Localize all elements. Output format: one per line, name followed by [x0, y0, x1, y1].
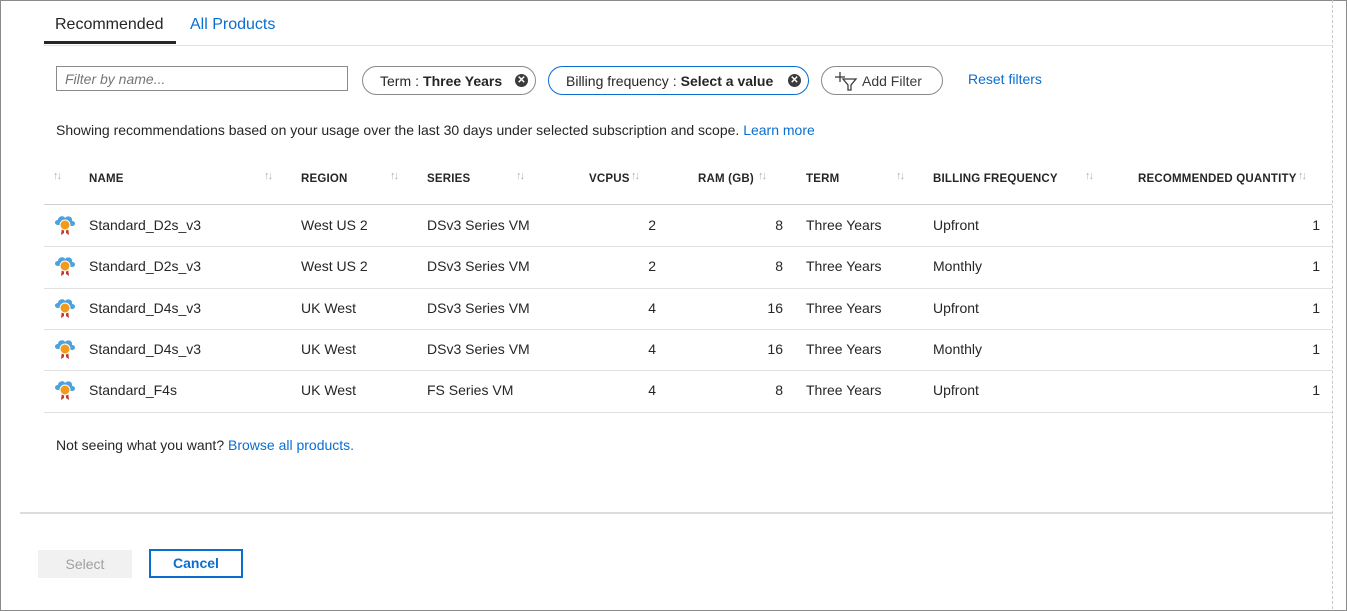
cell-recommended-quantity: 1 — [1312, 258, 1320, 274]
clear-billing-filter-icon[interactable]: ✕ — [788, 74, 801, 87]
cell-ram: 16 — [767, 341, 783, 357]
table-row[interactable] — [44, 205, 1332, 246]
panel-edge-divider — [1332, 0, 1333, 609]
cell-ram: 8 — [775, 382, 783, 398]
cell-series: DSv3 Series VM — [427, 300, 530, 316]
filter-by-name-input[interactable] — [56, 66, 348, 91]
cell-series: DSv3 Series VM — [427, 341, 530, 357]
billing-filter-value: Select a value — [680, 72, 774, 89]
recommendation-info: Showing recommendations based on your us… — [56, 122, 815, 138]
row-divider — [44, 412, 1332, 413]
billing-filter-key: Billing frequency — [566, 72, 669, 89]
cell-region: UK West — [301, 341, 356, 357]
name-sort-icon[interactable]: ↑↓ — [264, 170, 273, 182]
cell-term: Three Years — [806, 300, 882, 316]
select-button[interactable]: Select — [38, 550, 132, 578]
cell-name: Standard_F4s — [89, 382, 177, 398]
reserved-vm-icon — [55, 257, 75, 276]
cell-vcpus: 4 — [648, 300, 656, 316]
cell-region: West US 2 — [301, 217, 368, 233]
cell-region: West US 2 — [301, 258, 368, 274]
tab-all-products[interactable]: All Products — [190, 16, 275, 34]
cell-ram: 8 — [775, 258, 783, 274]
cell-vcpus: 4 — [648, 341, 656, 357]
column-header-billing-frequency[interactable]: BILLING FREQUENCY — [933, 173, 1058, 185]
active-tab-indicator — [44, 41, 176, 44]
reserved-vm-icon — [55, 299, 75, 318]
billing-frequency-filter-pill[interactable]: Billing frequency: Select a value ✕ — [548, 66, 809, 95]
column-header-region[interactable]: REGION — [301, 173, 348, 185]
footer-divider — [20, 512, 1332, 514]
tab-bar: Recommended All Products — [44, 0, 1332, 46]
add-filter-icon — [835, 72, 858, 91]
term-sort-icon[interactable]: ↑↓ — [896, 170, 905, 182]
cell-name: Standard_D2s_v3 — [89, 258, 202, 274]
cell-term: Three Years — [806, 217, 882, 233]
cell-term: Three Years — [806, 258, 882, 274]
cell-recommended-quantity: 1 — [1312, 341, 1320, 357]
cell-billing-frequency: Upfront — [933, 300, 979, 316]
cell-vcpus: 2 — [648, 258, 656, 274]
series-sort-icon[interactable]: ↑↓ — [516, 170, 525, 182]
column-header-name[interactable]: NAME — [89, 173, 124, 185]
cell-series: DSv3 Series VM — [427, 258, 530, 274]
cell-name: Standard_D4s_v3 — [89, 300, 202, 316]
cell-name: Standard_D2s_v3 — [89, 217, 202, 233]
reset-filters-link[interactable]: Reset filters — [968, 71, 1042, 87]
billing-frequency-sort-icon[interactable]: ↑↓ — [1085, 170, 1094, 182]
cell-series: FS Series VM — [427, 382, 514, 398]
cell-region: UK West — [301, 300, 356, 316]
browse-hint-text: Not seeing what you want? — [56, 437, 225, 453]
cell-name: Standard_D4s_v3 — [89, 341, 202, 357]
clear-term-filter-icon[interactable]: ✕ — [515, 74, 528, 87]
cell-recommended-quantity: 1 — [1312, 382, 1320, 398]
table-row[interactable] — [44, 370, 1332, 411]
cell-billing-frequency: Upfront — [933, 217, 979, 233]
info-text: Showing recommendations based on your us… — [56, 122, 740, 138]
table-row[interactable] — [44, 246, 1332, 287]
term-filter-key: Term — [380, 72, 412, 89]
reserved-vm-icon — [55, 381, 75, 400]
cell-billing-frequency: Upfront — [933, 382, 979, 398]
column-header-ram[interactable]: RAM (GB) — [698, 173, 754, 185]
ram-sort-icon[interactable]: ↑↓ — [758, 170, 767, 182]
learn-more-link[interactable]: Learn more — [743, 122, 815, 138]
table-row[interactable] — [44, 329, 1332, 370]
cell-term: Three Years — [806, 341, 882, 357]
cell-recommended-quantity: 1 — [1312, 217, 1320, 233]
billing-filter-separator: : — [672, 72, 677, 89]
recommended-quantity-sort-icon[interactable]: ↑↓ — [1298, 170, 1307, 182]
column-header-vcpus[interactable]: VCPUS — [589, 173, 630, 185]
column-header-term[interactable]: TERM — [806, 173, 839, 185]
table-row[interactable] — [44, 288, 1332, 329]
select-column-sort-icon[interactable]: ↑↓ — [53, 170, 62, 182]
region-sort-icon[interactable]: ↑↓ — [390, 170, 399, 182]
reserved-vm-icon — [55, 340, 75, 359]
vcpus-sort-icon[interactable]: ↑↓ — [631, 170, 640, 182]
term-filter-pill[interactable]: Term: Three Years ✕ — [362, 66, 536, 95]
cell-vcpus: 2 — [648, 217, 656, 233]
column-header-recommended-quantity[interactable]: RECOMMENDED QUANTITY — [1138, 173, 1297, 185]
cell-ram: 8 — [775, 217, 783, 233]
cell-recommended-quantity: 1 — [1312, 300, 1320, 316]
tab-recommended[interactable]: Recommended — [55, 16, 164, 34]
cell-vcpus: 4 — [648, 382, 656, 398]
cell-billing-frequency: Monthly — [933, 258, 983, 274]
add-filter-label: Add Filter — [862, 73, 922, 89]
cell-term: Three Years — [806, 382, 882, 398]
reserved-vm-icon — [55, 216, 75, 235]
cell-region: UK West — [301, 382, 356, 398]
term-filter-separator: : — [415, 72, 420, 89]
term-filter-value: Three Years — [423, 72, 503, 89]
browse-hint: Not seeing what you want? Browse all pro… — [56, 437, 354, 453]
add-filter-button[interactable]: Add Filter — [821, 66, 943, 95]
browse-all-products-link[interactable]: Browse all products. — [228, 437, 354, 453]
cell-ram: 16 — [767, 300, 783, 316]
column-header-series[interactable]: SERIES — [427, 173, 470, 185]
cancel-button[interactable]: Cancel — [149, 549, 243, 578]
cell-billing-frequency: Monthly — [933, 341, 983, 357]
cell-series: DSv3 Series VM — [427, 217, 530, 233]
